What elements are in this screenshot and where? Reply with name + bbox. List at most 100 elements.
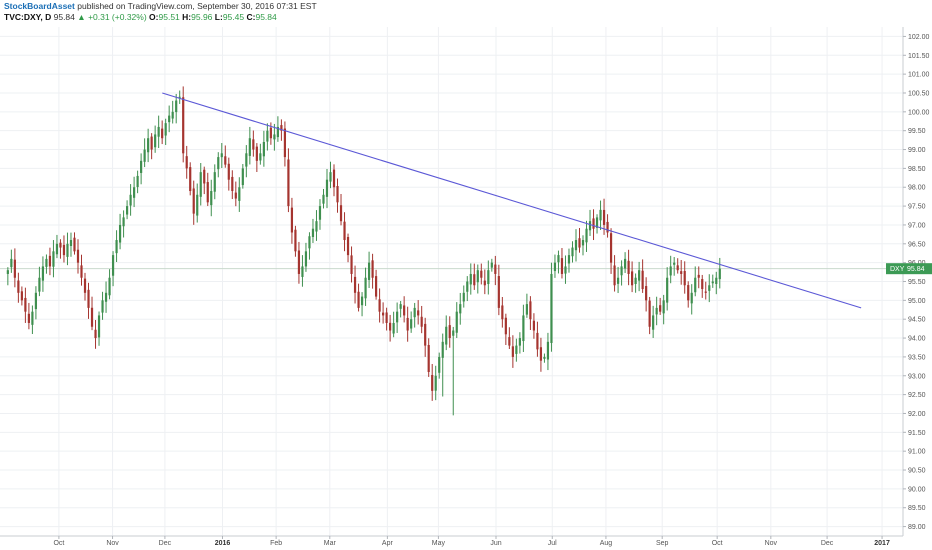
candle-body [140,160,143,173]
candle-body [571,247,574,257]
candle-body [655,307,658,315]
candle-body [483,280,486,286]
candle-body [662,300,665,314]
candle-body [133,187,136,198]
price-chart[interactable]: 102.00 101.50 101.00 100.50 100.00 99.50 99.00… [0,0,932,550]
grid-lines [0,27,903,536]
candle-body [308,236,311,249]
date-tick-label: Feb [270,540,282,547]
candle-body [269,127,272,139]
candle-body [367,262,371,280]
candle-body [494,264,497,274]
candle-body [118,224,122,243]
candle-body [339,205,343,222]
price-tick-label: 101.00 [908,72,930,79]
candle-body [290,207,294,233]
candle-body [315,221,318,232]
candle-body [715,277,718,284]
candle-body [659,305,662,312]
candle-body [371,260,374,278]
candle-body [613,265,616,286]
price-tick-label: 93.00 [908,373,926,380]
candle-body [718,268,721,280]
candle-body [406,317,409,331]
candle-body [609,233,613,263]
price-tick-label: 94.50 [908,317,926,324]
candle-body [385,312,388,323]
candle-body [59,242,62,248]
price-tick-label: 97.00 [908,222,926,229]
candle-body [52,251,55,267]
current-price-badge: DXY 95.84 [886,263,932,275]
time-axis[interactable]: Oct Nov Dec 2016 Feb Mar Apr May Jun Jul Aug Sep Oct… [0,535,903,547]
candle-body [259,153,262,161]
candle-body [175,100,178,113]
candle-body [45,258,48,267]
date-tick-label: Nov [765,540,778,547]
candle-body [410,319,413,329]
candle-body [687,285,690,301]
price-tick-label: 100.50 [908,90,930,97]
candle-body [620,266,623,276]
candle-body [192,188,195,214]
candle-body [445,326,448,345]
candle-body [574,240,578,251]
candle-body [638,270,641,281]
candle-body [690,292,693,304]
candle-body [701,279,704,290]
price-tick-label: 99.00 [908,147,926,154]
candle-body [241,168,244,186]
candle-body [346,237,350,256]
trendline-group[interactable] [162,92,862,309]
candle-body [62,244,66,256]
price-badge-symbol: DXY [890,266,905,273]
candle-body [634,277,637,285]
candle-body [627,260,630,274]
candle-body [522,315,525,342]
candle-body [262,141,265,157]
candle-body [539,347,543,361]
candle-body [480,270,483,278]
candle-body [508,337,511,346]
candle-body [641,270,644,290]
price-tick-label: 93.50 [908,354,926,361]
candle-body [673,262,676,265]
candle-body [350,255,353,274]
candle-body [13,259,16,278]
price-tick-label: 98.00 [908,185,926,192]
date-tick-label: Oct [712,540,723,547]
candle-body [652,315,655,330]
date-tick-label: Jul [548,540,557,547]
candle-body [511,346,514,357]
candle-body [581,240,585,246]
candle-body [227,163,230,180]
candle-body [585,228,588,243]
candle-body [676,265,679,271]
candle-body [122,217,125,227]
candle-body [199,172,202,197]
candle-body [420,316,423,327]
date-tick-label: Sep [656,540,669,547]
candle-body [413,307,416,318]
date-tick-label: Oct [53,540,64,547]
candle-body [238,187,241,201]
downtrend-line[interactable] [162,92,862,309]
candle-body [529,301,532,320]
date-tick-label: 2016 [215,540,231,547]
candle-body [694,277,697,293]
candle-body [518,338,521,346]
candle-body [501,305,504,320]
candle-body [466,281,469,292]
candle-body [697,274,700,278]
price-tick-label: 98.50 [908,166,926,173]
candle-body [490,262,493,268]
candle-body [31,311,34,325]
candle-body [329,172,332,182]
candle-body [210,191,213,206]
candle-body [217,157,220,170]
price-tick-label: 90.50 [908,468,926,475]
candle-body [378,299,381,312]
price-axis[interactable]: 102.00 101.50 101.00 100.50 100.00 99.50 99.00… [902,27,930,536]
date-tick-label: Aug [600,540,613,547]
candle-body [473,274,476,286]
